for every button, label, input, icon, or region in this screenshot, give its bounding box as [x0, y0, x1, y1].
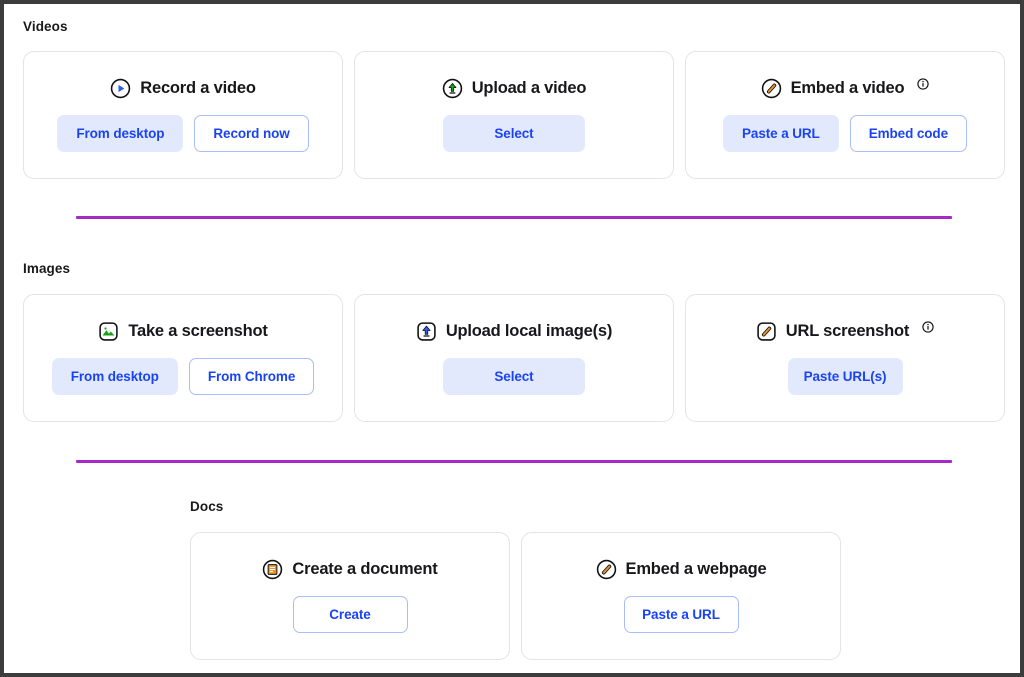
card-actions: Paste URL(s) [787, 358, 903, 395]
card-title: URL screenshot [785, 322, 910, 341]
select-image-button[interactable]: Select [443, 358, 585, 395]
section-label-videos: Videos [23, 18, 68, 36]
videos-card-row: Record a video From desktop Record now U… [23, 51, 1005, 179]
section-label-images: Images [23, 260, 70, 278]
section-label-docs: Docs [190, 498, 223, 516]
upload-square-icon [416, 321, 437, 342]
card-take-a-screenshot[interactable]: Take a screenshot From desktop From Chro… [23, 294, 343, 422]
media-insert-panel: Videos Record a video From desktop Recor… [0, 0, 1024, 677]
from-desktop-button[interactable]: From desktop [51, 358, 178, 395]
card-title: Create a document [292, 560, 438, 579]
card-upload-local-images[interactable]: Upload local image(s) Select [354, 294, 674, 422]
card-header: Upload local image(s) [355, 321, 673, 342]
document-circle-icon [262, 559, 283, 580]
card-record-a-video[interactable]: Record a video From desktop Record now [23, 51, 343, 179]
card-url-screenshot[interactable]: URL screenshot Paste URL(s) [685, 294, 1005, 422]
paste-urls-button[interactable]: Paste URL(s) [787, 358, 903, 395]
section-divider-2 [76, 460, 952, 463]
card-header: Take a screenshot [24, 321, 342, 342]
section-divider-1 [76, 216, 952, 219]
card-actions: Create [292, 596, 408, 633]
play-circle-icon [110, 78, 131, 99]
image-square-icon [98, 321, 119, 342]
info-icon[interactable] [917, 77, 930, 90]
card-title: Record a video [140, 79, 256, 98]
card-embed-a-webpage[interactable]: Embed a webpage Paste a URL [521, 532, 841, 660]
select-video-button[interactable]: Select [443, 115, 585, 152]
link-square-icon [756, 321, 777, 342]
card-title: Embed a video [790, 79, 905, 98]
images-card-row: Take a screenshot From desktop From Chro… [23, 294, 1005, 422]
from-desktop-button[interactable]: From desktop [57, 115, 184, 152]
card-header: Create a document [191, 559, 509, 580]
card-header: Record a video [24, 78, 342, 99]
card-header: Upload a video [355, 78, 673, 99]
record-now-button[interactable]: Record now [194, 115, 309, 152]
section-title: Images [23, 261, 71, 276]
create-document-button[interactable]: Create [292, 596, 408, 633]
card-actions: From desktop Record now [57, 115, 309, 152]
paste-a-url-button[interactable]: Paste a URL [723, 115, 839, 152]
card-header: Embed a video [686, 77, 1004, 99]
card-title: Embed a webpage [625, 560, 767, 579]
card-actions: Paste a URL [623, 596, 739, 633]
link-circle-icon [596, 559, 617, 580]
embed-code-button[interactable]: Embed code [849, 115, 967, 152]
link-circle-icon [761, 78, 782, 99]
card-header: URL screenshot [686, 320, 1004, 342]
card-actions: Paste a URL Embed code [723, 115, 967, 152]
card-header: Embed a webpage [522, 559, 840, 580]
paste-a-url-button[interactable]: Paste a URL [623, 596, 739, 633]
card-actions: Select [443, 358, 585, 395]
upload-circle-icon [442, 78, 463, 99]
card-embed-a-video[interactable]: Embed a video Paste a URL Embed code [685, 51, 1005, 179]
card-actions: Select [443, 115, 585, 152]
card-title: Take a screenshot [128, 322, 268, 341]
card-upload-a-video[interactable]: Upload a video Select [354, 51, 674, 179]
card-title: Upload a video [471, 79, 587, 98]
info-icon[interactable] [922, 320, 934, 333]
docs-card-row: Create a document Create Embed a webpage… [190, 532, 841, 660]
card-title: Upload local image(s) [445, 322, 613, 341]
card-actions: From desktop From Chrome [51, 358, 315, 395]
card-create-a-document[interactable]: Create a document Create [190, 532, 510, 660]
section-title: Videos [23, 19, 68, 34]
from-chrome-button[interactable]: From Chrome [188, 358, 315, 395]
section-title: Docs [190, 499, 224, 514]
